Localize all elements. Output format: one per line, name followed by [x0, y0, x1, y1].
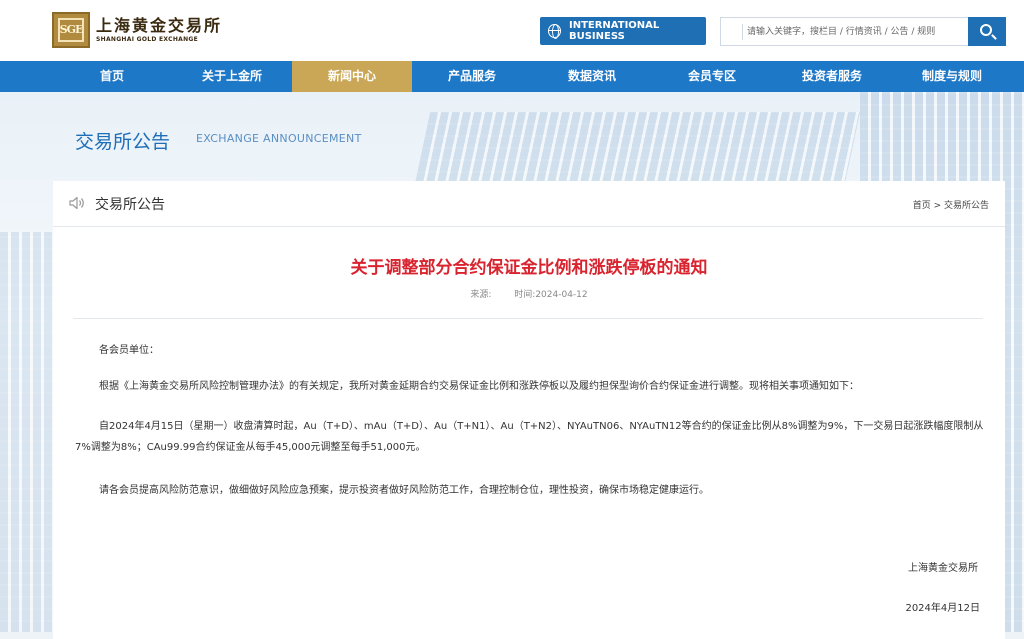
article-signature: 上海黄金交易所 — [908, 563, 978, 574]
section-title: 交易所公告 — [75, 131, 171, 153]
article-title: 关于调整部分合约保证金比例和涨跌停板的通知 — [350, 258, 708, 278]
search-divider — [742, 24, 743, 40]
speaker-icon — [69, 196, 84, 210]
nav-item-about[interactable]: 关于上金所 — [172, 61, 292, 92]
site-logo[interactable]: SGE 上海黄金交易所 SHANGHAI GOLD EXCHANGE — [52, 12, 222, 48]
divider — [73, 318, 983, 319]
logo-english-name: SHANGHAI GOLD EXCHANGE — [96, 35, 199, 43]
international-business-label: INTERNATIONAL BUSINESS — [568, 20, 660, 42]
breadcrumb[interactable]: 首页 > 交易所公告 — [913, 198, 989, 211]
search-icon — [980, 24, 992, 36]
article-meta: 来源: 时间:2024-04-12 — [53, 287, 1005, 300]
banner-building-image — [0, 232, 55, 632]
logo-mark-text: SGE — [59, 23, 84, 36]
site-header: SGE 上海黄金交易所 SHANGHAI GOLD EXCHANGE INTER… — [0, 0, 1024, 62]
search-box — [720, 17, 1006, 46]
card-header: 交易所公告 首页 > 交易所公告 — [53, 181, 1005, 227]
logo-mark: SGE — [52, 12, 90, 48]
article-date: 2024年4月12日 — [905, 603, 980, 614]
card-title: 交易所公告 — [95, 197, 165, 213]
nav-item-data[interactable]: 数据资讯 — [532, 61, 652, 92]
article-paragraph: 请各会员提高风险防范意识，做细做好风险应急预案，提示投资者做好风险防范工作，合理… — [99, 485, 709, 496]
section-title-english: EXCHANGE ANNOUNCEMENT — [196, 132, 362, 145]
nav-item-investors[interactable]: 投资者服务 — [772, 61, 892, 92]
search-button[interactable] — [968, 17, 1006, 46]
content-card: 交易所公告 首页 > 交易所公告 关于调整部分合约保证金比例和涨跌停板的通知 来… — [53, 181, 1005, 639]
logo-text: 上海黄金交易所 SHANGHAI GOLD EXCHANGE — [96, 15, 223, 43]
article-salutation: 各会员单位： — [99, 345, 159, 356]
nav-item-news[interactable]: 新闻中心 — [292, 61, 412, 92]
globe-icon — [548, 24, 561, 39]
nav-item-products[interactable]: 产品服务 — [412, 61, 532, 92]
article-paragraph: 自2024年4月15日（星期一）收盘清算时起，Au（T+D）、mAu（T+D）、… — [75, 421, 984, 453]
international-business-button[interactable]: INTERNATIONAL BUSINESS — [540, 17, 706, 45]
article-paragraph: 根据《上海黄金交易所风险控制管理办法》的有关规定，我所对黄金延期合约交易保证金比… — [99, 381, 859, 392]
search-input[interactable] — [747, 21, 965, 42]
nav-item-rules[interactable]: 制度与规则 — [892, 61, 1012, 92]
nav-item-members[interactable]: 会员专区 — [652, 61, 772, 92]
main-nav: 首页 关于上金所 新闻中心 产品服务 数据资讯 会员专区 投资者服务 制度与规则 — [0, 61, 1024, 92]
article-time: 时间:2024-04-12 — [514, 290, 588, 300]
nav-item-home[interactable]: 首页 — [52, 61, 172, 92]
logo-chinese-name: 上海黄金交易所 — [96, 15, 223, 35]
article-source: 来源: — [470, 290, 492, 300]
